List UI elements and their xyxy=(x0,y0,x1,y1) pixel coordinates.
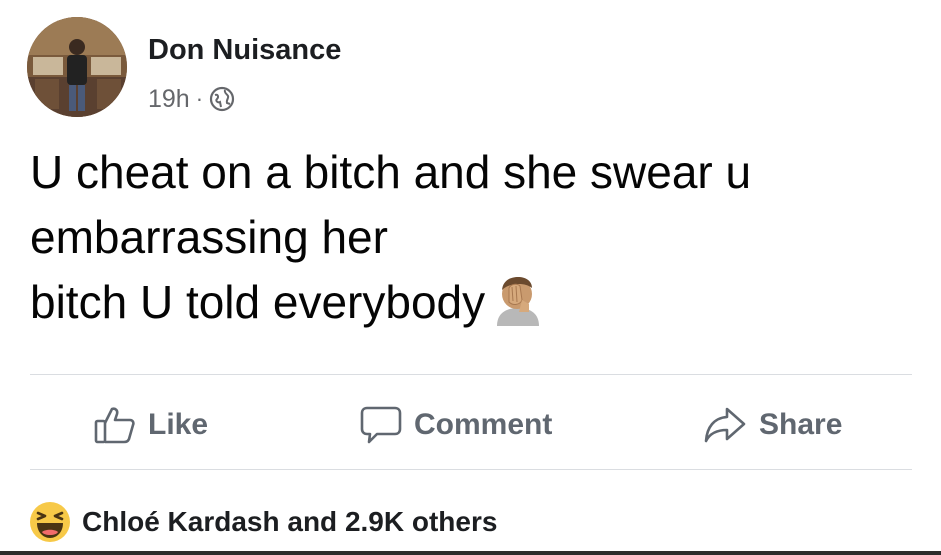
bottom-border xyxy=(0,551,941,555)
comment-label: Comment xyxy=(414,408,553,441)
speech-bubble-icon xyxy=(360,405,402,445)
post-text-line-2: embarrassing her xyxy=(30,211,388,263)
share-arrow-icon xyxy=(703,405,747,445)
reactions-summary[interactable]: Chloé Kardash and 2.9K others xyxy=(28,497,497,547)
post-text-line-3: bitch U told everybody xyxy=(30,270,920,335)
like-button[interactable]: Like xyxy=(94,397,208,453)
share-button[interactable]: Share xyxy=(703,397,842,453)
post-timestamp[interactable]: 19h xyxy=(148,85,190,114)
comment-button[interactable]: Comment xyxy=(360,397,552,453)
share-label: Share xyxy=(759,408,843,441)
author-name[interactable]: Don Nuisance xyxy=(148,33,341,67)
haha-icon xyxy=(28,500,72,544)
face-palm-emoji xyxy=(489,274,547,326)
post-text: U cheat on a bitch and she swear u embar… xyxy=(30,140,920,335)
meta-separator: · xyxy=(195,86,204,111)
reactions-text: Chloé Kardash and 2.9K others xyxy=(82,506,498,537)
avatar-photo xyxy=(27,17,127,117)
post-text-line-3-text: bitch U told everybody xyxy=(30,276,486,328)
divider-top xyxy=(30,374,912,375)
like-label: Like xyxy=(148,408,209,441)
avatar[interactable] xyxy=(27,17,127,117)
globe-icon[interactable] xyxy=(209,86,235,112)
post-text-line-1: U cheat on a bitch and she swear u xyxy=(30,146,752,198)
divider-bottom xyxy=(30,469,912,470)
post-meta: 19h · xyxy=(148,84,235,114)
thumbs-up-icon xyxy=(94,405,136,445)
facebook-post: Don Nuisance 19h · U cheat on a bitch an… xyxy=(0,0,941,555)
